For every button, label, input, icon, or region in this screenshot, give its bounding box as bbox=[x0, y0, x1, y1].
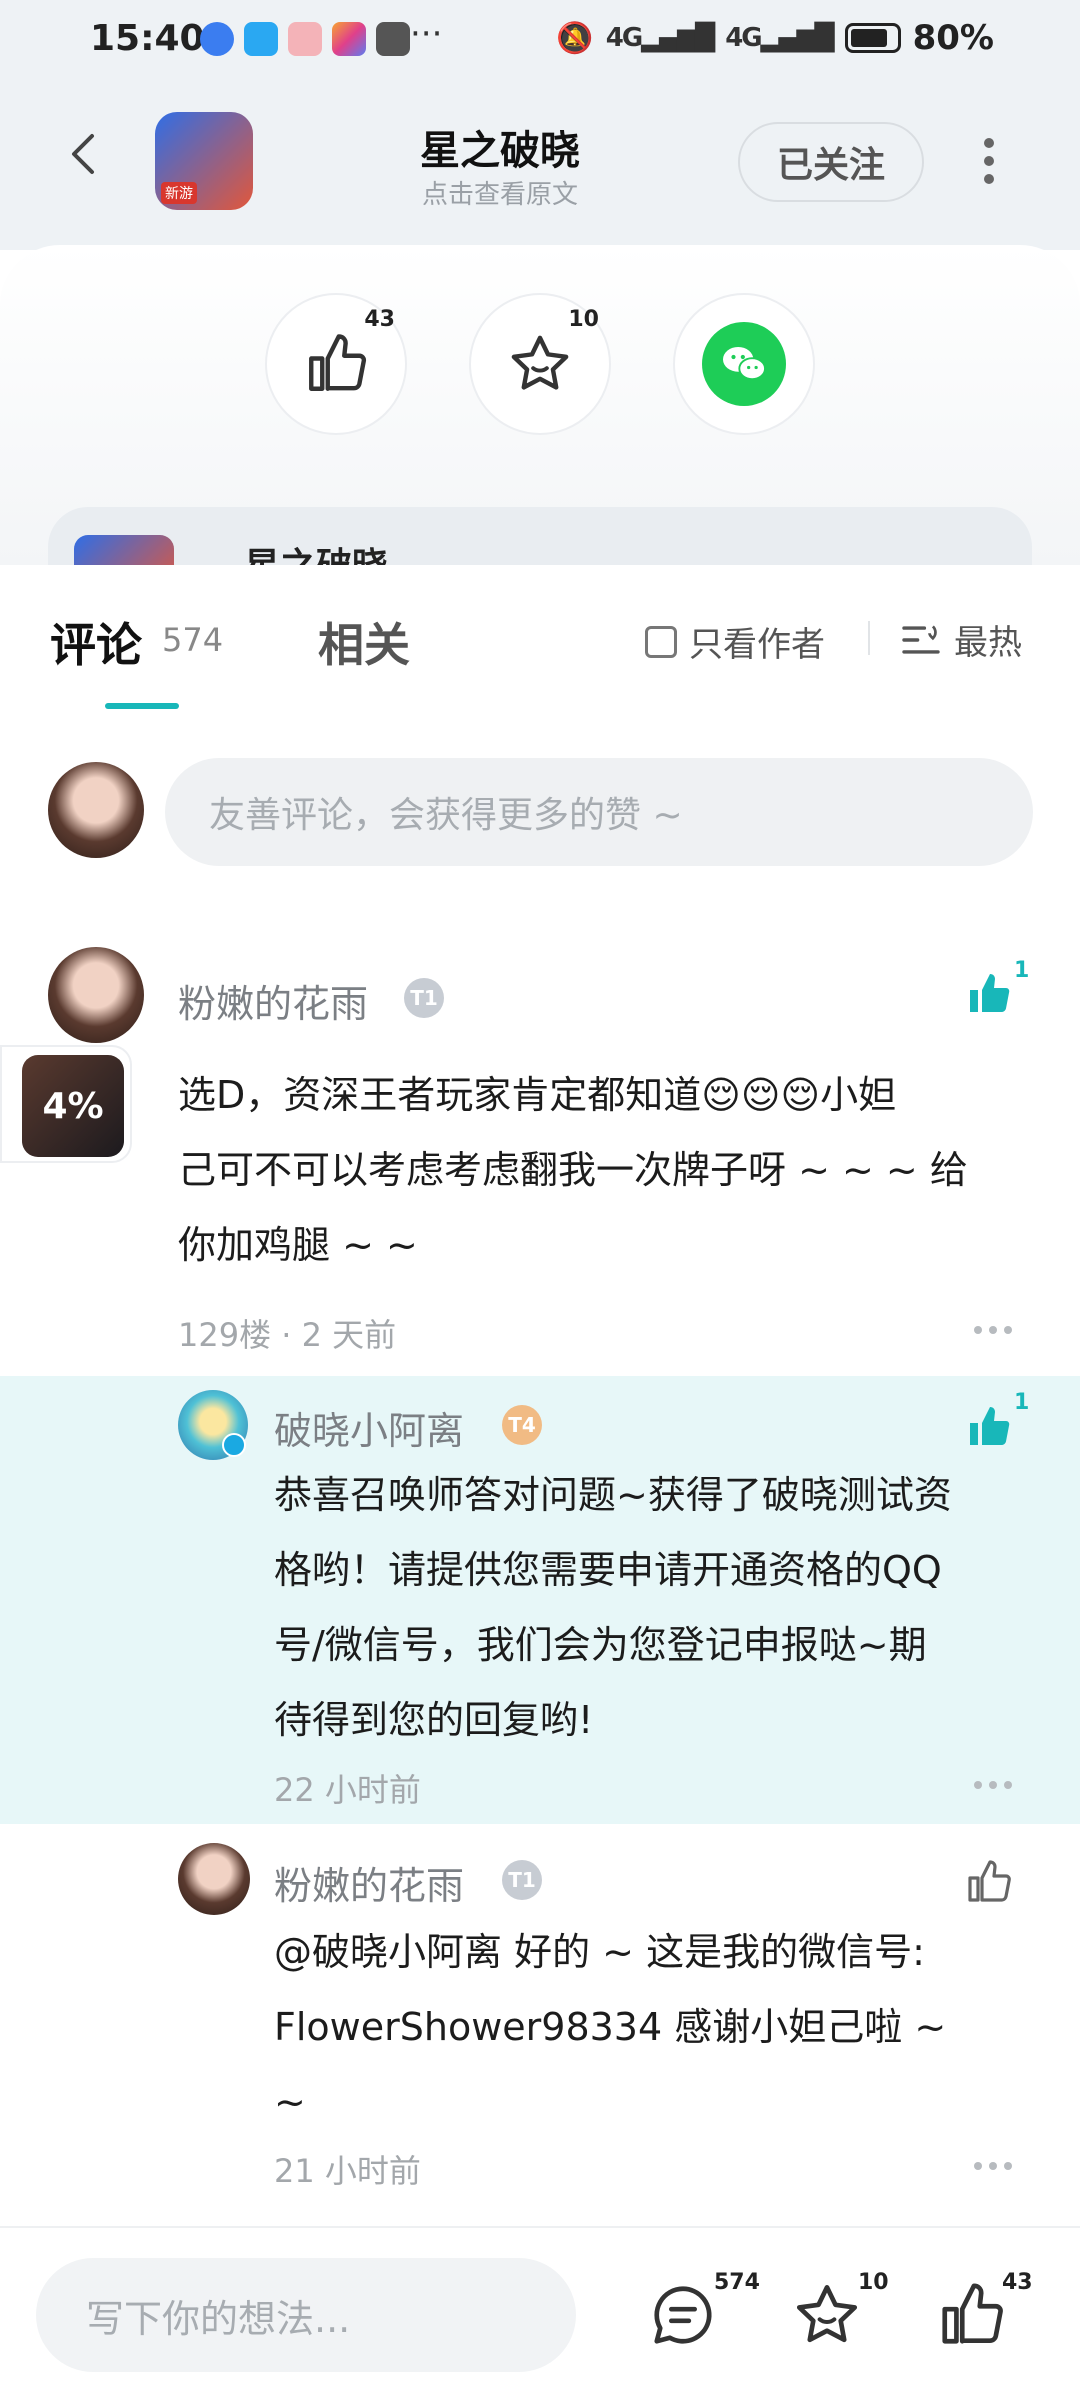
bottom-bar: 写下你的想法... 574 10 43 bbox=[0, 2226, 1080, 2400]
more-notifications-icon: ··· bbox=[410, 14, 443, 54]
verified-icon bbox=[222, 1433, 246, 1457]
comment-meta: 129楼 · 2 天前 bbox=[178, 1316, 397, 1354]
more-icon[interactable] bbox=[974, 2162, 1012, 2170]
status-bar: 15:40 ··· 🔕 4G▂▄▆█ 4G▂▄▆█ 80% bbox=[0, 0, 1080, 80]
follow-button[interactable]: 已关注 bbox=[738, 122, 924, 202]
sort-selector[interactable]: 最热 bbox=[900, 615, 1022, 664]
reply-username[interactable]: 粉嫩的花雨 bbox=[274, 1855, 464, 1910]
wechat-icon bbox=[702, 322, 786, 406]
comment-avatar[interactable] bbox=[48, 947, 144, 1043]
star-count: 10 bbox=[858, 2270, 889, 2295]
level-badge: T4 bbox=[502, 1405, 542, 1445]
battery-icon bbox=[844, 23, 901, 53]
like-count: 1 bbox=[1014, 958, 1030, 983]
reply-text: @破晓小阿离 好的 ~ 这是我的微信号: FlowerShower98334 感… bbox=[274, 1930, 947, 2124]
only-author-label: 只看作者 bbox=[689, 625, 825, 665]
comments-count: 574 bbox=[162, 621, 224, 659]
notification-icons bbox=[200, 22, 410, 56]
thumbs-up-icon[interactable] bbox=[966, 1858, 1014, 1906]
divider bbox=[868, 621, 870, 655]
search-app-icon bbox=[244, 22, 278, 56]
reply-meta: 21 小时前 bbox=[274, 2152, 421, 2190]
more-options-icon[interactable] bbox=[982, 138, 996, 184]
store-app-icon bbox=[288, 22, 322, 56]
thumbs-up-icon[interactable] bbox=[936, 2280, 1006, 2350]
write-comment-input[interactable]: 写下你的想法... bbox=[36, 2258, 576, 2372]
only-author-toggle[interactable]: 只看作者 bbox=[645, 617, 825, 666]
status-right: 🔕 4G▂▄▆█ 4G▂▄▆█ 80% bbox=[556, 18, 994, 58]
calendar-app-icon bbox=[376, 22, 410, 56]
level-badge: T1 bbox=[404, 978, 444, 1018]
star-count: 10 bbox=[568, 307, 599, 332]
status-time: 15:40 bbox=[90, 18, 205, 59]
floating-widget[interactable]: 4% bbox=[0, 1045, 132, 1163]
like-post-button[interactable]: 43 bbox=[265, 293, 407, 435]
mute-icon: 🔕 bbox=[556, 20, 594, 56]
reply-username[interactable]: 破晓小阿离 bbox=[274, 1400, 464, 1455]
like-count: 43 bbox=[364, 307, 395, 332]
floating-progress: 4% bbox=[22, 1055, 124, 1157]
reply-meta: 22 小时前 bbox=[274, 1771, 421, 1809]
battery-level: 80% bbox=[912, 18, 994, 58]
checkbox-icon bbox=[645, 625, 677, 658]
comment-count: 574 bbox=[714, 2270, 760, 2295]
reply-text: 恭喜召唤师答对问题~获得了破晓测试资 格哟！请提供您需要申请开通资格的QQ 号/… bbox=[274, 1473, 952, 1742]
tab-comments[interactable]: 评论 bbox=[50, 609, 142, 675]
level-badge: T1 bbox=[502, 1860, 542, 1900]
tab-related[interactable]: 相关 bbox=[318, 609, 410, 675]
reply-avatar[interactable] bbox=[178, 1843, 250, 1915]
signal-icon: 4G▂▄▆█ bbox=[605, 23, 715, 53]
comment-username[interactable]: 粉嫩的花雨 bbox=[178, 973, 368, 1028]
more-icon[interactable] bbox=[974, 1326, 1012, 1334]
like-count: 1 bbox=[1014, 1390, 1030, 1415]
post-actions-card: 43 10 星之破晓 bbox=[0, 245, 1080, 587]
thumbs-up-filled-icon[interactable] bbox=[966, 970, 1014, 1018]
comment-input[interactable]: 友善评论，会获得更多的赞 ~ bbox=[165, 758, 1033, 866]
like-count: 43 bbox=[1002, 2270, 1033, 2295]
comment-tabs: 评论 574 相关 只看作者 最热 bbox=[0, 565, 1080, 715]
colorful-app-icon bbox=[332, 22, 366, 56]
signal-icon-2: 4G▂▄▆█ bbox=[725, 23, 834, 53]
thumbs-up-filled-icon[interactable] bbox=[966, 1403, 1014, 1451]
share-wechat-button[interactable] bbox=[673, 293, 815, 435]
app-notification-icon bbox=[200, 22, 234, 56]
active-tab-indicator bbox=[105, 703, 179, 709]
comment-text: 选D，资深王者玩家肯定都知道😌😌😌小妲 己可不可以考虑考虑翻我一次牌子呀 ~ ~… bbox=[178, 1073, 968, 1267]
star-face-icon[interactable] bbox=[792, 2280, 862, 2350]
thumbs-up-icon bbox=[309, 334, 367, 391]
page-header: 新游 星之破晓 点击查看原文 已关注 bbox=[0, 80, 1080, 250]
comment-icon[interactable] bbox=[648, 2280, 718, 2350]
avatar bbox=[48, 762, 144, 858]
sort-label: 最热 bbox=[954, 623, 1022, 663]
sort-icon bbox=[902, 624, 940, 654]
star-face-icon bbox=[511, 335, 569, 390]
more-icon[interactable] bbox=[974, 1781, 1012, 1789]
favorite-post-button[interactable]: 10 bbox=[469, 293, 611, 435]
